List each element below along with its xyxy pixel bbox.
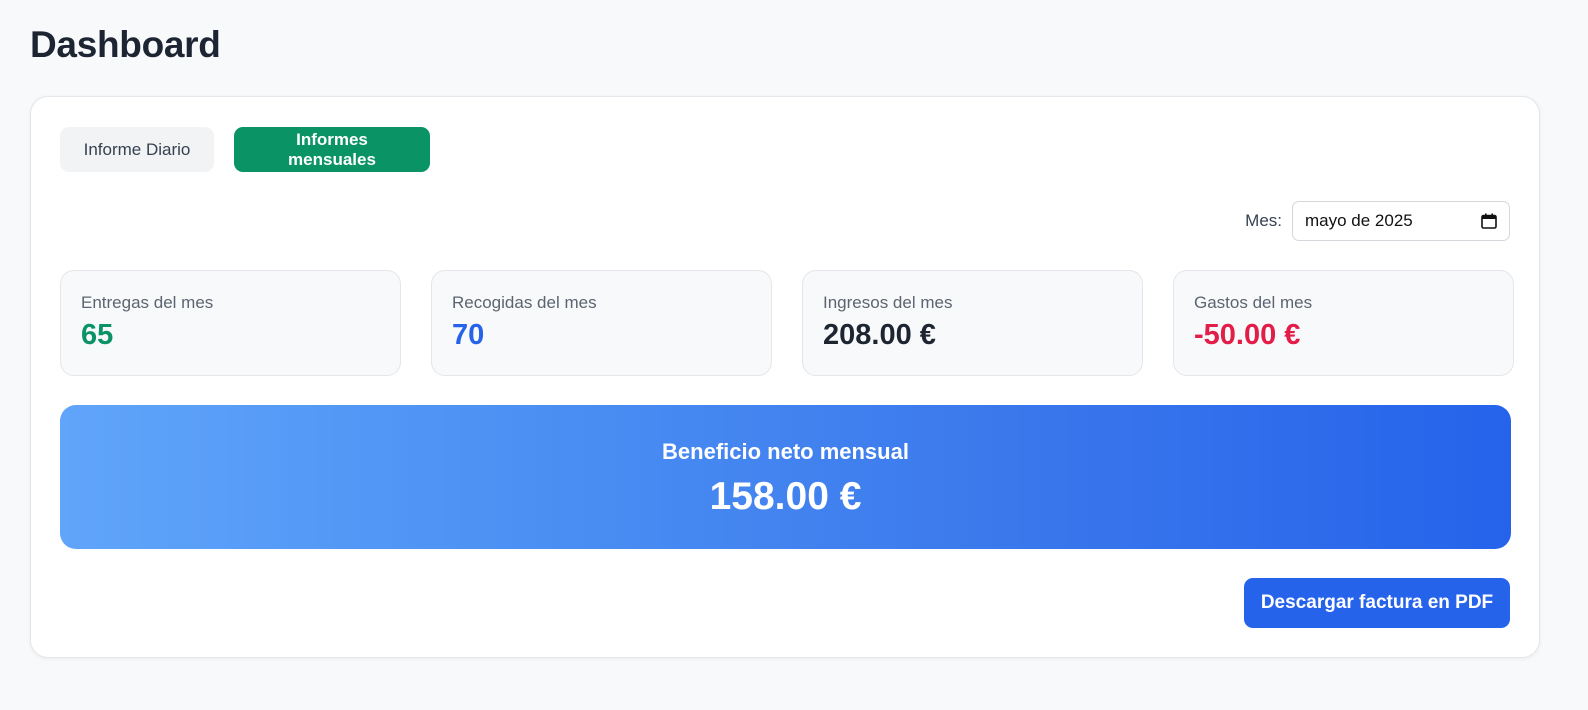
net-profit-value: 158.00 € [709, 475, 862, 518]
month-input[interactable]: mayo de 2025 [1292, 201, 1510, 241]
month-label: Mes: [1245, 211, 1282, 230]
stat-card-recogidas: Recogidas del mes 70 [431, 270, 772, 376]
download-pdf-button[interactable]: Descargar factura en PDF [1244, 578, 1510, 628]
net-profit-label: Beneficio neto mensual [662, 439, 909, 464]
month-filter: Mes: mayo de 2025 [1245, 201, 1510, 241]
net-profit-banner: Beneficio neto mensual 158.00 € [60, 405, 1511, 549]
stats-row: Entregas del mes 65 Recogidas del mes 70… [60, 270, 1514, 376]
stat-value: 208.00 € [823, 319, 936, 351]
stat-label: Entregas del mes [81, 293, 214, 312]
report-tabs: Informe Diario Informes mensuales [60, 127, 430, 172]
tab-informes-mensuales[interactable]: Informes mensuales [234, 127, 430, 172]
month-value: mayo de 2025 [1305, 211, 1413, 230]
stat-value: 70 [452, 319, 485, 351]
stat-label: Gastos del mes [1194, 293, 1313, 312]
stat-value: -50.00 € [1194, 319, 1301, 351]
tab-informe-diario[interactable]: Informe Diario [60, 127, 214, 172]
page-title: Dashboard [30, 24, 221, 65]
stat-label: Recogidas del mes [452, 293, 597, 312]
calendar-icon[interactable] [1481, 213, 1497, 229]
stat-card-ingresos: Ingresos del mes 208.00 € [802, 270, 1143, 376]
stat-card-gastos: Gastos del mes -50.00 € [1173, 270, 1514, 376]
dashboard-card: Informe Diario Informes mensuales Mes: m… [30, 96, 1540, 658]
stat-value: 65 [81, 319, 114, 351]
stat-label: Ingresos del mes [823, 293, 953, 312]
stat-card-entregas: Entregas del mes 65 [60, 270, 401, 376]
